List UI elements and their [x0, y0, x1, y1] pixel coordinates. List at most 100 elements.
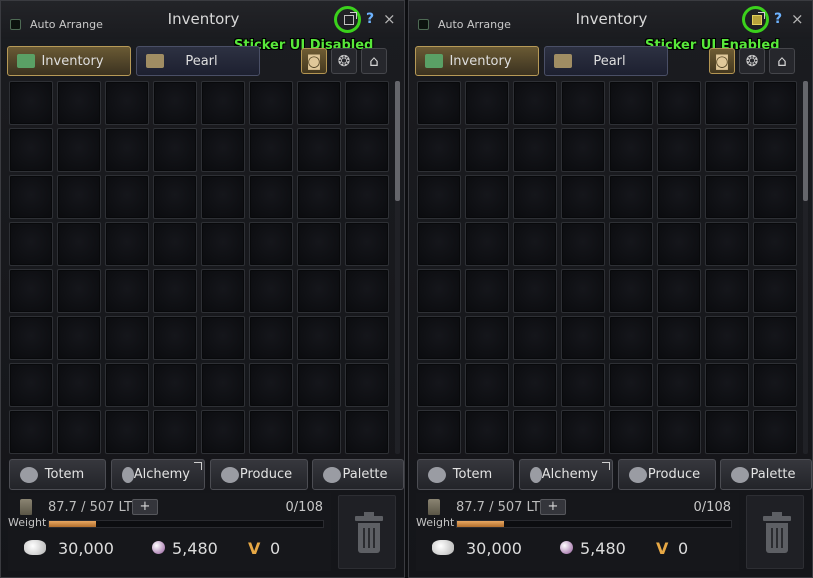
sticker-ui-icon[interactable] [752, 12, 765, 25]
inventory-slot[interactable] [57, 222, 101, 266]
inventory-slot[interactable] [513, 363, 557, 407]
inventory-slot[interactable] [57, 128, 101, 172]
inventory-slot[interactable] [9, 316, 53, 360]
inventory-slot[interactable] [297, 410, 341, 454]
inventory-slot[interactable] [561, 128, 605, 172]
inventory-slot[interactable] [345, 363, 389, 407]
trash-button[interactable] [746, 495, 804, 569]
inventory-slot[interactable] [657, 128, 701, 172]
inventory-slot[interactable] [57, 269, 101, 313]
tab-pearl[interactable]: Pearl [544, 46, 668, 76]
inventory-slot[interactable] [201, 222, 245, 266]
inventory-slot[interactable] [201, 175, 245, 219]
close-button[interactable]: × [383, 10, 396, 28]
close-button[interactable]: × [791, 10, 804, 28]
inventory-slot[interactable] [609, 269, 653, 313]
bag-icon[interactable]: ◙ [301, 48, 327, 74]
inventory-slot[interactable] [513, 222, 557, 266]
inventory-slot[interactable] [201, 269, 245, 313]
inventory-slot[interactable] [345, 222, 389, 266]
inventory-slot[interactable] [105, 128, 149, 172]
palette-button[interactable]: Palette [720, 459, 812, 490]
inventory-slot[interactable] [9, 81, 53, 125]
inventory-slot[interactable] [561, 81, 605, 125]
inventory-slot[interactable] [609, 316, 653, 360]
inventory-slot[interactable] [417, 128, 461, 172]
inventory-slot[interactable] [753, 81, 797, 125]
inventory-slot[interactable] [57, 363, 101, 407]
sticker-ui-icon[interactable] [344, 12, 357, 25]
inventory-slot[interactable] [417, 363, 461, 407]
inventory-slot[interactable] [705, 316, 749, 360]
inventory-slot[interactable] [105, 269, 149, 313]
inventory-slot[interactable] [249, 222, 293, 266]
inventory-slot[interactable] [201, 128, 245, 172]
inventory-slot[interactable] [465, 363, 509, 407]
inventory-slot[interactable] [561, 316, 605, 360]
inventory-slot[interactable] [513, 175, 557, 219]
inventory-slot[interactable] [297, 363, 341, 407]
inventory-slot[interactable] [513, 128, 557, 172]
tab-pearl[interactable]: Pearl [136, 46, 260, 76]
inventory-slot[interactable] [345, 81, 389, 125]
scrollbar-thumb[interactable] [395, 81, 400, 201]
bag-icon[interactable]: ◙ [709, 48, 735, 74]
inventory-slot[interactable] [9, 363, 53, 407]
inventory-slot[interactable] [249, 410, 293, 454]
inventory-slot[interactable] [153, 222, 197, 266]
inventory-slot[interactable] [609, 410, 653, 454]
produce-button[interactable]: Produce [210, 459, 308, 490]
grid-scrollbar[interactable] [395, 81, 400, 454]
inventory-slot[interactable] [297, 316, 341, 360]
inventory-slot[interactable] [513, 81, 557, 125]
inventory-slot[interactable] [153, 81, 197, 125]
inventory-slot[interactable] [705, 175, 749, 219]
inventory-slot[interactable] [105, 316, 149, 360]
palette-button[interactable]: Palette [312, 459, 404, 490]
alchemy-button[interactable]: Alchemy [519, 459, 613, 490]
inventory-slot[interactable] [513, 316, 557, 360]
inventory-slot[interactable] [609, 175, 653, 219]
inventory-slot[interactable] [153, 316, 197, 360]
inventory-slot[interactable] [465, 81, 509, 125]
inventory-slot[interactable] [753, 128, 797, 172]
inventory-slot[interactable] [609, 363, 653, 407]
inventory-slot[interactable] [249, 128, 293, 172]
home-icon[interactable]: ⌂ [361, 48, 387, 74]
inventory-slot[interactable] [705, 128, 749, 172]
inventory-slot[interactable] [417, 410, 461, 454]
produce-button[interactable]: Produce [618, 459, 716, 490]
inventory-slot[interactable] [465, 128, 509, 172]
inventory-slot[interactable] [417, 316, 461, 360]
inventory-slot[interactable] [201, 410, 245, 454]
inventory-slot[interactable] [249, 175, 293, 219]
inventory-slot[interactable] [345, 410, 389, 454]
inventory-slot[interactable] [201, 316, 245, 360]
inventory-slot[interactable] [561, 269, 605, 313]
inventory-slot[interactable] [9, 175, 53, 219]
inventory-slot[interactable] [105, 363, 149, 407]
help-button[interactable]: ? [366, 11, 374, 27]
inventory-slot[interactable] [105, 81, 149, 125]
inventory-slot[interactable] [753, 269, 797, 313]
inventory-slot[interactable] [465, 316, 509, 360]
inventory-slot[interactable] [417, 175, 461, 219]
inventory-slot[interactable] [417, 222, 461, 266]
inventory-slot[interactable] [57, 316, 101, 360]
inventory-slot[interactable] [57, 81, 101, 125]
inventory-slot[interactable] [249, 269, 293, 313]
inventory-slot[interactable] [465, 410, 509, 454]
inventory-slot[interactable] [753, 222, 797, 266]
inventory-slot[interactable] [465, 269, 509, 313]
inventory-slot[interactable] [9, 222, 53, 266]
inventory-slot[interactable] [705, 222, 749, 266]
totem-button[interactable]: Totem [9, 459, 106, 490]
inventory-slot[interactable] [153, 410, 197, 454]
inventory-slot[interactable] [57, 410, 101, 454]
inventory-slot[interactable] [609, 81, 653, 125]
tab-inventory[interactable]: Inventory [415, 46, 539, 76]
inventory-slot[interactable] [249, 81, 293, 125]
inventory-slot[interactable] [153, 128, 197, 172]
inventory-slot[interactable] [9, 128, 53, 172]
inventory-slot[interactable] [249, 363, 293, 407]
